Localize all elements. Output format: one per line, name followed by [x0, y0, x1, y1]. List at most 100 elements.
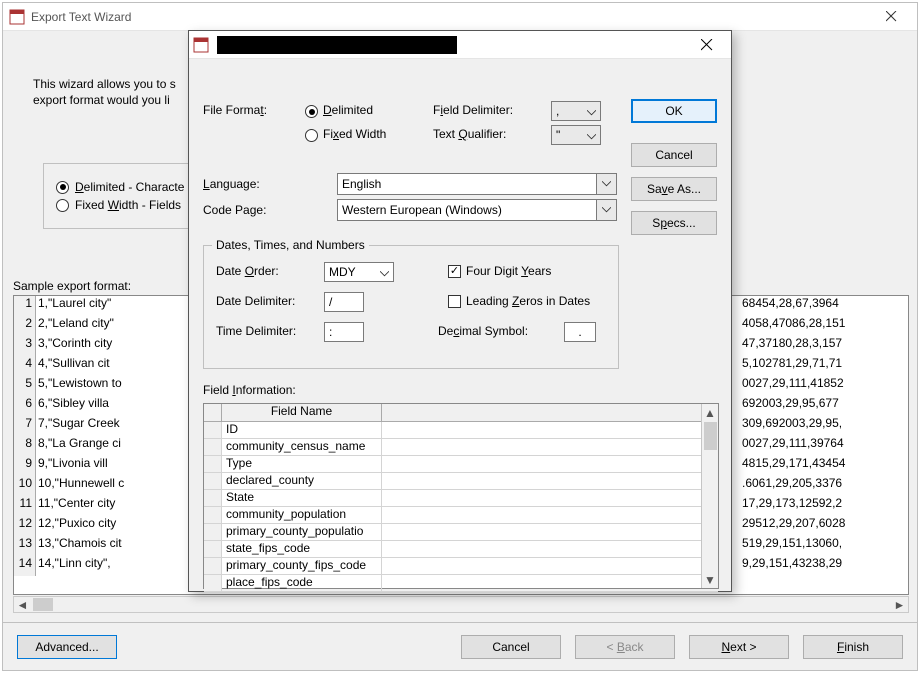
leading-zeros-checkbox[interactable] — [448, 295, 461, 308]
field-row[interactable]: declared_county — [204, 473, 718, 490]
field-row-selector[interactable] — [204, 490, 222, 507]
field-row-selector[interactable] — [204, 473, 222, 490]
field-row[interactable]: primary_county_populatio — [204, 524, 718, 541]
scroll-thumb[interactable] — [33, 598, 53, 611]
sample-line-right: 47,37180,28,3,157 — [740, 336, 908, 356]
radio-fixedwidth-label: Fixed Width - Fields — [75, 198, 181, 212]
row-gutter: 4 — [14, 356, 36, 376]
field-row-selector[interactable] — [204, 575, 222, 592]
inner-close-button[interactable] — [687, 32, 727, 58]
save-as-button[interactable]: Save As... — [631, 177, 717, 201]
outer-cancel-button[interactable]: Cancel — [461, 635, 561, 659]
inner-cancel-button[interactable]: Cancel — [631, 143, 717, 167]
field-row[interactable]: place_fips_code — [204, 575, 718, 592]
date-delimiter-input[interactable] — [324, 292, 364, 312]
field-row-selector[interactable] — [204, 558, 222, 575]
field-table-body: IDcommunity_census_nameTypedeclared_coun… — [204, 422, 718, 592]
advanced-button[interactable]: Advanced... — [17, 635, 117, 659]
field-row-selector[interactable] — [204, 456, 222, 473]
date-order-select[interactable]: MDY — [324, 262, 394, 282]
row-gutter: 8 — [14, 436, 36, 456]
field-row[interactable]: ID — [204, 422, 718, 439]
language-value: English — [342, 177, 381, 191]
sample-line-left: 7,"Sugar Creek — [36, 416, 196, 436]
radio-fixedwidth[interactable] — [56, 199, 69, 212]
specs-label: Specs... — [652, 216, 695, 230]
horizontal-scrollbar[interactable]: ◄ ► — [13, 596, 909, 613]
field-row[interactable]: state_fips_code — [204, 541, 718, 558]
codepage-select[interactable]: Western European (Windows) — [337, 199, 617, 221]
leading-zeros-label: Leading Zeros in Dates — [466, 294, 590, 308]
decimal-symbol-input[interactable] — [564, 322, 596, 342]
field-name-cell[interactable]: ID — [222, 422, 382, 439]
radio-inner-delimited[interactable] — [305, 105, 318, 118]
field-name-cell[interactable]: declared_county — [222, 473, 382, 490]
outer-title: Export Text Wizard — [31, 10, 871, 24]
group-title: Dates, Times, and Numbers — [212, 238, 369, 252]
radio-inner-fixedwidth[interactable] — [305, 129, 318, 142]
ok-button[interactable]: OK — [631, 99, 717, 123]
sample-line-right: 68454,28,67,3964 — [740, 296, 908, 316]
field-rest-cell — [382, 541, 718, 558]
next-button[interactable]: Next > — [689, 635, 789, 659]
date-delimiter-label: Date Delimiter: — [216, 294, 295, 308]
export-spec-dialog: File Format: Delimited Fixed Width Field… — [188, 30, 732, 592]
finish-button[interactable]: Finish — [803, 635, 903, 659]
field-name-cell[interactable]: Type — [222, 456, 382, 473]
field-name-cell[interactable]: state_fips_code — [222, 541, 382, 558]
back-label: < Back — [606, 640, 643, 654]
field-row[interactable]: primary_county_fips_code — [204, 558, 718, 575]
field-rest-cell — [382, 456, 718, 473]
outer-close-button[interactable] — [871, 3, 911, 31]
specs-wrap: Specs... — [631, 211, 717, 235]
sample-line-right: .6061,29,205,3376 — [740, 476, 908, 496]
field-vertical-scrollbar[interactable]: ▲ ▼ — [701, 404, 718, 588]
date-order-value: MDY — [329, 265, 356, 279]
scroll-thumb[interactable] — [704, 422, 717, 450]
field-name-cell[interactable]: community_census_name — [222, 439, 382, 456]
field-name-cell[interactable]: primary_county_populatio — [222, 524, 382, 541]
radio-delimited[interactable] — [56, 181, 69, 194]
scroll-left-arrow-icon[interactable]: ◄ — [14, 597, 31, 612]
field-row[interactable]: State — [204, 490, 718, 507]
field-name-cell[interactable]: community_population — [222, 507, 382, 524]
scroll-track[interactable] — [31, 597, 891, 612]
field-rest-cell — [382, 473, 718, 490]
sample-line-right: 4058,47086,28,151 — [740, 316, 908, 336]
field-row-selector[interactable] — [204, 541, 222, 558]
scroll-up-arrow-icon[interactable]: ▲ — [702, 404, 718, 421]
field-row-selector[interactable] — [204, 507, 222, 524]
field-row[interactable]: community_census_name — [204, 439, 718, 456]
field-name-cell[interactable]: place_fips_code — [222, 575, 382, 592]
row-gutter: 9 — [14, 456, 36, 476]
row-gutter: 2 — [14, 316, 36, 336]
field-delimiter-label: Field Delimiter: — [433, 103, 513, 117]
field-rest-cell — [382, 422, 718, 439]
ok-label: OK — [665, 104, 682, 118]
four-digit-years-checkbox[interactable] — [448, 265, 461, 278]
row-gutter: 5 — [14, 376, 36, 396]
field-rest-cell — [382, 575, 718, 592]
specs-button[interactable]: Specs... — [631, 211, 717, 235]
field-row-selector[interactable] — [204, 422, 222, 439]
field-name-cell[interactable]: State — [222, 490, 382, 507]
row-gutter: 6 — [14, 396, 36, 416]
sample-line-left: 8,"La Grange ci — [36, 436, 196, 456]
text-qualifier-select[interactable]: " — [551, 125, 601, 145]
field-delimiter-select[interactable]: , — [551, 101, 601, 121]
language-select[interactable]: English — [337, 173, 617, 195]
sample-line-left: 13,"Chamois cit — [36, 536, 196, 556]
field-row[interactable]: community_population — [204, 507, 718, 524]
field-header-selector[interactable] — [204, 404, 222, 422]
chevron-down-icon — [596, 200, 616, 220]
field-name-header[interactable]: Field Name — [222, 404, 382, 422]
field-row-selector[interactable] — [204, 524, 222, 541]
field-name-cell[interactable]: primary_county_fips_code — [222, 558, 382, 575]
field-row[interactable]: Type — [204, 456, 718, 473]
scroll-down-arrow-icon[interactable]: ▼ — [702, 571, 718, 588]
field-row-selector[interactable] — [204, 439, 222, 456]
next-label: Next > — [721, 640, 756, 654]
time-delimiter-input[interactable] — [324, 322, 364, 342]
row-gutter: 13 — [14, 536, 36, 556]
scroll-right-arrow-icon[interactable]: ► — [891, 597, 908, 612]
